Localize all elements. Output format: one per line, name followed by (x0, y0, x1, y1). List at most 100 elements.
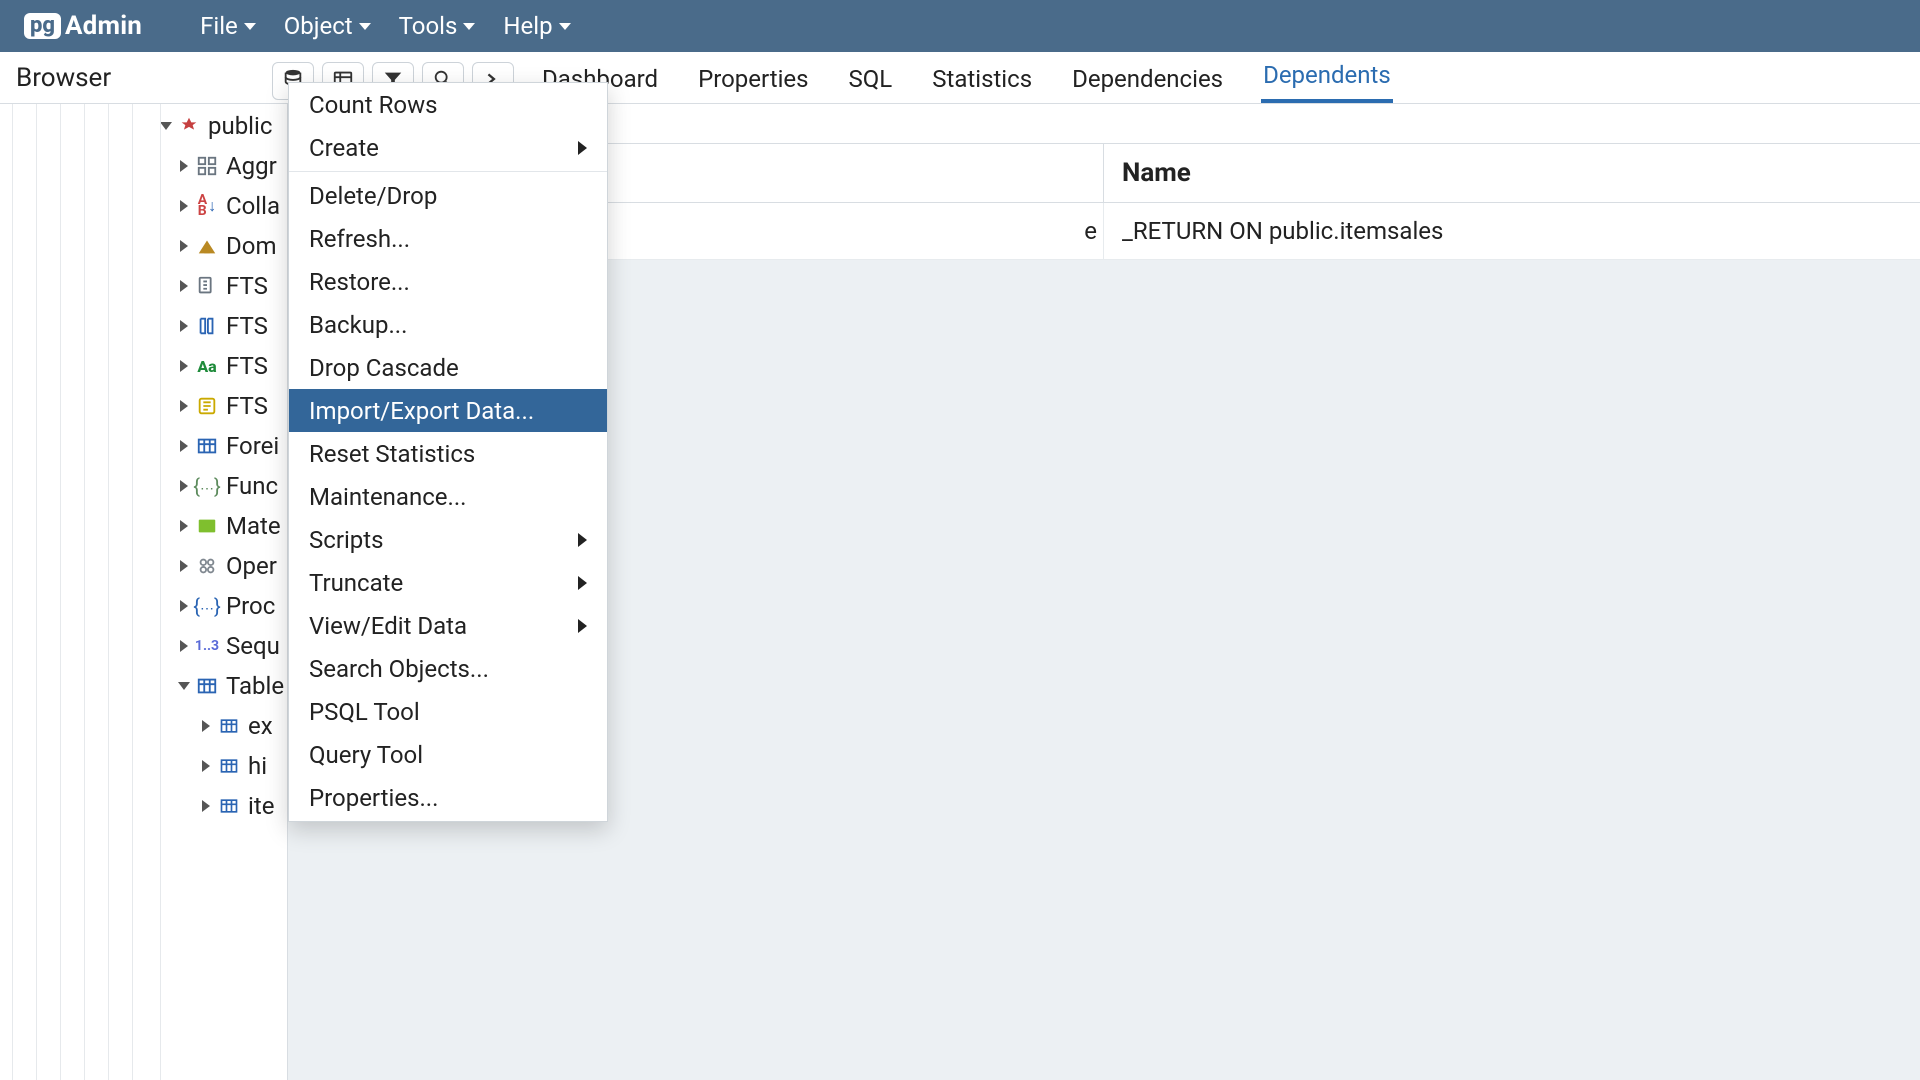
expand-toggle-icon[interactable] (180, 240, 188, 252)
tree-item-sequ[interactable]: 1..3 Sequ (2, 626, 287, 666)
context-menu-item-create[interactable]: Create (289, 126, 607, 169)
context-menu-item-label: Delete/Drop (309, 182, 437, 210)
context-menu-item-truncate[interactable]: Truncate (289, 561, 607, 604)
context-menu-item-import_export[interactable]: Import/Export Data... (289, 389, 607, 432)
mat-icon (196, 515, 218, 537)
tree-item-label: FTS (226, 272, 268, 300)
tab-dependencies[interactable]: Dependencies (1070, 55, 1225, 103)
app-logo: pg Admin (24, 11, 142, 41)
tab-dependents[interactable]: Dependents (1261, 51, 1393, 103)
tree-item-label: public (208, 112, 272, 140)
context-menu-item-restore[interactable]: Restore... (289, 260, 607, 303)
tree-item-tables[interactable]: Table (2, 666, 287, 706)
expand-toggle-icon[interactable] (180, 440, 188, 452)
context-menu-item-query_tool[interactable]: Query Tool (289, 733, 607, 776)
context-menu-item-label: Reset Statistics (309, 440, 475, 468)
chevron-right-icon (578, 533, 587, 547)
tree-item-ftsc[interactable]: FTS (2, 266, 287, 306)
tree-item-label: Proc (226, 592, 275, 620)
agg-icon (196, 155, 218, 177)
tree-item-oper[interactable]: Oper (2, 546, 287, 586)
tree-item-func[interactable]: {⋯} Func (2, 466, 287, 506)
tree-item-coll[interactable]: AB↓Colla (2, 186, 287, 226)
tab-properties[interactable]: Properties (696, 55, 810, 103)
chevron-down-icon (359, 23, 371, 30)
menu-help-label: Help (503, 12, 552, 40)
context-menu-item-label: Count Rows (309, 91, 438, 119)
context-menu-item-reset_stats[interactable]: Reset Statistics (289, 432, 607, 475)
menu-tools[interactable]: Tools (399, 12, 476, 40)
menu-file[interactable]: File (200, 12, 256, 40)
context-menu-item-label: Truncate (309, 569, 403, 597)
func-icon: {⋯} (196, 475, 218, 497)
expand-toggle-icon[interactable] (160, 122, 172, 130)
expand-toggle-icon[interactable] (180, 200, 188, 212)
menu-object[interactable]: Object (284, 12, 371, 40)
expand-toggle-icon[interactable] (180, 640, 188, 652)
expand-toggle-icon[interactable] (202, 760, 210, 772)
tree-item-aggr[interactable]: Aggr (2, 146, 287, 186)
context-menu-item-refresh[interactable]: Refresh... (289, 217, 607, 260)
expand-toggle-icon[interactable] (180, 160, 188, 172)
tree-item-label: Sequ (226, 632, 280, 660)
context-menu-item-scripts[interactable]: Scripts (289, 518, 607, 561)
context-menu-item-psql_tool[interactable]: PSQL Tool (289, 690, 607, 733)
context-menu-item-view_edit[interactable]: View/Edit Data (289, 604, 607, 647)
tree-item-label: Oper (226, 552, 277, 580)
expand-toggle-icon[interactable] (180, 320, 188, 332)
context-menu-item-label: PSQL Tool (309, 698, 420, 726)
context-menu-item-delete_drop[interactable]: Delete/Drop (289, 174, 607, 217)
context-menu-item-label: Maintenance... (309, 483, 467, 511)
expand-toggle-icon[interactable] (180, 480, 188, 492)
tree-item-label: Func (226, 472, 278, 500)
chevron-right-icon (578, 576, 587, 590)
fts2-icon (196, 315, 218, 337)
tab-sql[interactable]: SQL (847, 55, 895, 103)
tree-item-t_ite[interactable]: ite (2, 786, 287, 826)
tree-item-label: FTS (226, 392, 268, 420)
menu-help[interactable]: Help (503, 12, 570, 40)
context-menu-item-backup[interactable]: Backup... (289, 303, 607, 346)
tree-item-dom[interactable]: Dom (2, 226, 287, 266)
context-menu-item-drop_cascade[interactable]: Drop Cascade (289, 346, 607, 389)
tables-icon (196, 675, 218, 697)
expand-toggle-icon[interactable] (178, 682, 190, 690)
tree-item-label: Dom (226, 232, 276, 260)
tab-statistics[interactable]: Statistics (930, 55, 1034, 103)
table-icon (218, 755, 240, 777)
app-logo-text: Admin (65, 11, 142, 41)
expand-toggle-icon[interactable] (180, 520, 188, 532)
table-icon (218, 715, 240, 737)
context-menu-item-label: Properties... (309, 784, 438, 812)
tree-item-proc[interactable]: {⋯}Proc (2, 586, 287, 626)
expand-toggle-icon[interactable] (180, 360, 188, 372)
table-icon (218, 795, 240, 817)
context-menu-item-maintenance[interactable]: Maintenance... (289, 475, 607, 518)
context-menu[interactable]: Count RowsCreateDelete/DropRefresh...Res… (288, 82, 608, 822)
ftsp-icon: Aa (196, 355, 218, 377)
seq-icon: 1..3 (196, 635, 218, 657)
tree-item-ftsp[interactable]: Aa FTS (2, 346, 287, 386)
chevron-right-icon (578, 141, 587, 155)
expand-toggle-icon[interactable] (180, 280, 188, 292)
expand-toggle-icon[interactable] (202, 800, 210, 812)
tree-item-ftsd[interactable]: FTS (2, 306, 287, 346)
context-menu-item-label: Scripts (309, 526, 384, 554)
tree-item-t_hi[interactable]: hi (2, 746, 287, 786)
tree-item-ftst[interactable]: FTS (2, 386, 287, 426)
tree-item-forei[interactable]: Forei (2, 426, 287, 466)
tree-item-mate[interactable]: Mate (2, 506, 287, 546)
expand-toggle-icon[interactable] (180, 400, 188, 412)
context-menu-item-count_rows[interactable]: Count Rows (289, 83, 607, 126)
context-menu-item-label: Import/Export Data... (309, 397, 534, 425)
tree-item-label: Mate (226, 512, 281, 540)
browser-tree[interactable]: public AggrAB↓Colla Dom FTS FTS Aa FTS FTS Forei… (0, 104, 288, 1080)
expand-toggle-icon[interactable] (180, 560, 188, 572)
tree-item-public[interactable]: public (2, 106, 287, 146)
tree-item-label: FTS (226, 352, 268, 380)
expand-toggle-icon[interactable] (180, 600, 188, 612)
expand-toggle-icon[interactable] (202, 720, 210, 732)
tree-item-t_ex[interactable]: ex (2, 706, 287, 746)
context-menu-item-search_obj[interactable]: Search Objects... (289, 647, 607, 690)
context-menu-item-properties[interactable]: Properties... (289, 776, 607, 819)
